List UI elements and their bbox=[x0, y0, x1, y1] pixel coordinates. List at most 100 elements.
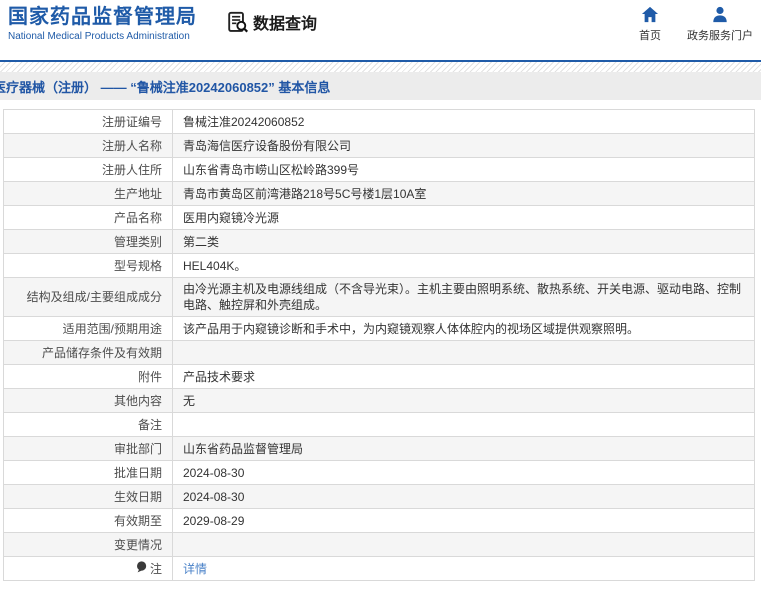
row-value: 2024-08-30 bbox=[172, 485, 754, 508]
row-label: 生效日期 bbox=[4, 485, 172, 508]
site-header: 国家药品监督管理局 National Medical Products Admi… bbox=[0, 0, 761, 60]
row-value: 产品技术要求 bbox=[172, 365, 754, 388]
row-label-text: 有效期至 bbox=[113, 513, 162, 528]
table-row: 生效日期 2024-08-30 bbox=[4, 485, 754, 509]
row-value-text: 第二类 bbox=[183, 234, 220, 249]
table-row: 注 详情 bbox=[4, 557, 754, 581]
breadcrumb-text: 医疗器械（注册） —— “鲁械注准20242060852” 基本信息 bbox=[0, 79, 331, 95]
nav-home[interactable]: 首页 bbox=[639, 6, 661, 43]
site-logo-link[interactable]: 国家药品监督管理局 National Medical Products Admi… bbox=[0, 0, 197, 44]
row-label-text: 型号规格 bbox=[113, 258, 162, 273]
row-value bbox=[172, 533, 754, 556]
row-value-text: 青岛市黄岛区前湾港路218号5C号楼1层10A室 bbox=[183, 186, 427, 201]
row-label: 其他内容 bbox=[4, 389, 172, 412]
row-value-text: 山东省青岛市崂山区松岭路399号 bbox=[183, 162, 360, 177]
row-label-text: 结构及组成/主要组成成分 bbox=[26, 290, 162, 304]
table-row: 审批部门 山东省药品监督管理局 bbox=[4, 437, 754, 461]
home-icon bbox=[641, 6, 659, 23]
row-value-text: 2024-08-30 bbox=[183, 489, 245, 504]
table-row: 适用范围/预期用途 该产品用于内窥镜诊断和手术中，为内窥镜观察人体体腔内的视场区域… bbox=[4, 317, 754, 341]
row-value-text: 产品技术要求 bbox=[183, 369, 256, 384]
person-icon bbox=[711, 6, 729, 23]
row-label-text: 注册人住所 bbox=[101, 162, 162, 177]
table-row: 批准日期 2024-08-30 bbox=[4, 461, 754, 485]
row-label: 适用范围/预期用途 bbox=[4, 317, 172, 340]
row-label-text: 产品储存条件及有效期 bbox=[41, 345, 162, 360]
row-value-text: 医用内窥镜冷光源 bbox=[183, 210, 280, 225]
table-row: 注册人住所 山东省青岛市崂山区松岭路399号 bbox=[4, 158, 754, 182]
row-value: 山东省青岛市崂山区松岭路399号 bbox=[172, 158, 754, 181]
row-label-text: 其他内容 bbox=[113, 393, 162, 408]
row-label-text: 注册人名称 bbox=[101, 138, 162, 153]
row-value-text: 该产品用于内窥镜诊断和手术中，为内窥镜观察人体体腔内的视场区域提供观察照明。 bbox=[183, 321, 640, 336]
nav-portal[interactable]: 政务服务门户 bbox=[687, 6, 753, 43]
row-value-text: 山东省药品监督管理局 bbox=[183, 441, 304, 456]
nav-home-label: 首页 bbox=[639, 30, 661, 42]
table-row: 有效期至 2029-08-29 bbox=[4, 509, 754, 533]
document-search-icon bbox=[227, 11, 249, 33]
row-label: 注册人住所 bbox=[4, 158, 172, 181]
row-value: 该产品用于内窥镜诊断和手术中，为内窥镜观察人体体腔内的视场区域提供观察照明。 bbox=[172, 317, 754, 340]
row-value-text: 由冷光源主机及电源线组成（不含导光束）。主机主要由照明系统、散热系统、开关电源、… bbox=[183, 282, 742, 312]
row-label: 变更情况 bbox=[4, 533, 172, 556]
nav-data-query-label: 数据查询 bbox=[253, 16, 318, 33]
row-label-text: 附件 bbox=[137, 369, 162, 384]
table-row: 产品储存条件及有效期 bbox=[4, 341, 754, 365]
row-label-text: 变更情况 bbox=[113, 537, 162, 552]
table-row: 型号规格 HEL404K。 bbox=[4, 254, 754, 278]
row-value: 青岛市黄岛区前湾港路218号5C号楼1层10A室 bbox=[172, 182, 754, 205]
row-label: 有效期至 bbox=[4, 509, 172, 532]
row-value: 鲁械注准20242060852 bbox=[172, 110, 754, 133]
row-label: 审批部门 bbox=[4, 437, 172, 460]
table-row: 注册证编号 鲁械注准20242060852 bbox=[4, 110, 754, 134]
table-row: 结构及组成/主要组成成分 由冷光源主机及电源线组成（不含导光束）。主机主要由照明系… bbox=[4, 278, 754, 317]
row-label: 管理类别 bbox=[4, 230, 172, 253]
row-value: 青岛海信医疗设备股份有限公司 bbox=[172, 134, 754, 157]
row-label: 产品名称 bbox=[4, 206, 172, 229]
row-label: 注册证编号 bbox=[4, 110, 172, 133]
row-label: 生产地址 bbox=[4, 182, 172, 205]
table-row: 产品名称 医用内窥镜冷光源 bbox=[4, 206, 754, 230]
breadcrumb: 医疗器械（注册） —— “鲁械注准20242060852” 基本信息 bbox=[0, 72, 761, 100]
hatched-band bbox=[0, 62, 761, 72]
row-label: 附件 bbox=[4, 365, 172, 388]
row-label-text: 产品名称 bbox=[113, 210, 162, 225]
row-value: HEL404K。 bbox=[172, 254, 754, 277]
row-value bbox=[172, 413, 754, 436]
row-value-text: 2024-08-30 bbox=[183, 465, 245, 480]
row-label: 产品储存条件及有效期 bbox=[4, 341, 172, 364]
comment-bubble-icon bbox=[136, 560, 147, 577]
row-label-text: 批准日期 bbox=[113, 465, 162, 480]
table-row: 生产地址 青岛市黄岛区前湾港路218号5C号楼1层10A室 bbox=[4, 182, 754, 206]
row-label: 注册人名称 bbox=[4, 134, 172, 157]
row-value: 医用内窥镜冷光源 bbox=[172, 206, 754, 229]
nav-portal-label: 政务服务门户 bbox=[687, 30, 753, 42]
table-row: 备注 bbox=[4, 413, 754, 437]
site-subtitle: National Medical Products Administration bbox=[8, 31, 190, 42]
row-label-text: 生产地址 bbox=[113, 186, 162, 201]
table-row: 注册人名称 青岛海信医疗设备股份有限公司 bbox=[4, 134, 754, 158]
row-value: 2024-08-30 bbox=[172, 461, 754, 484]
row-label: 型号规格 bbox=[4, 254, 172, 277]
row-label: 备注 bbox=[4, 413, 172, 436]
nav-data-query[interactable]: 数据查询 bbox=[227, 10, 317, 34]
row-value: 由冷光源主机及电源线组成（不含导光束）。主机主要由照明系统、散热系统、开关电源、… bbox=[172, 278, 754, 316]
row-value-text: 青岛海信医疗设备股份有限公司 bbox=[183, 138, 352, 153]
row-value: 第二类 bbox=[172, 230, 754, 253]
row-value-text: 2029-08-29 bbox=[183, 513, 245, 528]
row-value: 2029-08-29 bbox=[172, 509, 754, 532]
row-label-text: 注 bbox=[149, 561, 162, 576]
row-value bbox=[172, 341, 754, 364]
table-row: 附件 产品技术要求 bbox=[4, 365, 754, 389]
table-row: 其他内容 无 bbox=[4, 389, 754, 413]
row-value-text: 鲁械注准20242060852 bbox=[183, 114, 305, 129]
row-value-text: 无 bbox=[183, 393, 196, 408]
row-label: 结构及组成/主要组成成分 bbox=[4, 278, 172, 316]
row-value: 详情 bbox=[172, 557, 754, 580]
row-label-text: 生效日期 bbox=[113, 489, 162, 504]
table-row: 变更情况 bbox=[4, 533, 754, 557]
detail-link[interactable]: 详情 bbox=[183, 561, 207, 577]
row-value-text: HEL404K。 bbox=[183, 258, 247, 273]
row-label-text: 适用范围/预期用途 bbox=[62, 321, 162, 336]
row-label-text: 备注 bbox=[137, 417, 162, 432]
